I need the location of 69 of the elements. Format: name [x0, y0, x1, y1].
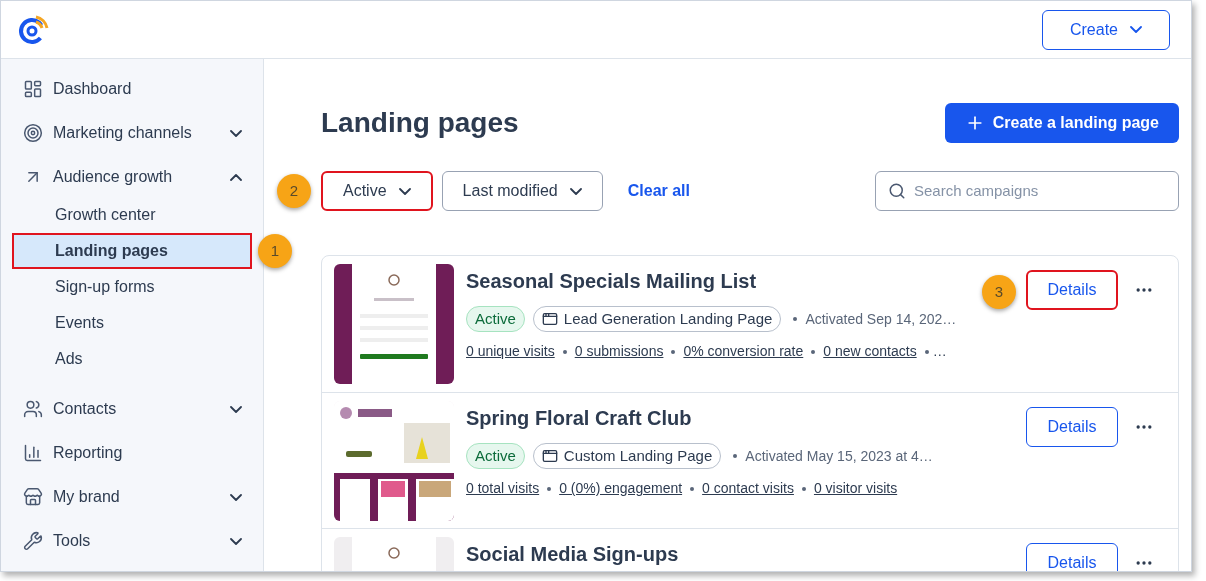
stat-link[interactable]: 0 contact visits — [702, 478, 794, 499]
sidebar-item[interactable]: Tools — [12, 521, 252, 561]
landing-page-title[interactable]: Social Media Sign-ups — [466, 539, 679, 569]
stat-link[interactable]: 0 unique visits — [466, 341, 555, 362]
stat-link[interactable]: 0 total visits — [466, 478, 540, 499]
callout-badge: 3 — [982, 275, 1016, 309]
page-icon — [541, 448, 558, 464]
sidebar-subitem[interactable]: Sign-up forms — [12, 269, 252, 305]
chevron-down-icon — [230, 493, 242, 501]
clear-all-link[interactable]: Clear all — [627, 179, 690, 203]
search-field[interactable]: Search campaigns — [875, 171, 1179, 211]
page-title: Landing pages — [321, 106, 519, 140]
separator-dot-icon — [547, 486, 552, 491]
chevron-up-icon — [230, 173, 242, 181]
stat-link[interactable]: 0 visitor visits — [813, 478, 898, 499]
status-badge: Active — [466, 443, 525, 469]
separator-dot-icon — [811, 349, 816, 354]
more-stats: … — [932, 342, 947, 361]
separator-dot-icon — [733, 454, 738, 458]
separator-dot-icon — [793, 317, 798, 321]
filter-dropdown[interactable]: Last modified — [441, 171, 603, 211]
people-icon — [23, 399, 43, 419]
sidebar-subitem[interactable]: Growth center — [12, 197, 252, 233]
chart-icon — [23, 443, 43, 463]
status-badge: Active — [466, 306, 525, 332]
details-button[interactable]: Details — [1026, 543, 1118, 571]
separator-dot-icon — [690, 486, 695, 491]
callout-badge: 2 — [277, 174, 311, 208]
activation-date: Activated May 15, 2023 at 4… — [745, 446, 933, 466]
separator-dot-icon — [924, 349, 929, 354]
sidebar-item[interactable]: Audience growth — [12, 157, 252, 197]
stat-link[interactable]: 0 submissions — [574, 341, 664, 362]
landing-page-title[interactable]: Spring Floral Craft Club — [466, 403, 692, 433]
caret-icon — [398, 187, 411, 195]
sidebar-item[interactable]: My brand — [12, 477, 252, 517]
search-icon — [888, 182, 906, 200]
filter-dropdown[interactable]: Active — [321, 171, 433, 211]
callout-badge: 1 — [258, 234, 292, 268]
details-button[interactable]: Details — [1026, 270, 1118, 310]
chevron-down-icon — [230, 537, 242, 545]
stat-link[interactable]: 0 (0%) engagement — [559, 478, 683, 499]
landing-page-title[interactable]: Seasonal Specials Mailing List — [466, 266, 757, 296]
sidebar-subitem[interactable]: Events — [12, 305, 252, 341]
create-landing-page-button[interactable]: Create a landing page — [944, 103, 1179, 143]
sidebar-item[interactable]: Reporting — [12, 433, 252, 473]
details-button[interactable]: Details — [1026, 407, 1118, 447]
search-input[interactable]: Search campaigns — [914, 179, 1166, 203]
separator-dot-icon — [562, 349, 567, 354]
sidebar-item[interactable]: Marketing channels — [12, 113, 252, 153]
create-button[interactable]: Create — [1042, 9, 1170, 50]
target-icon — [23, 123, 43, 143]
store-icon — [23, 487, 43, 507]
dashboard-icon — [23, 79, 43, 99]
chevron-down-icon — [230, 405, 242, 413]
caret-icon — [569, 187, 582, 195]
chevron-down-icon — [230, 129, 242, 137]
sidebar-item[interactable]: Dashboard — [12, 69, 252, 109]
stat-link[interactable]: 0 new contacts — [823, 341, 917, 362]
sidebar-subitem[interactable]: Ads — [12, 341, 252, 377]
caret-icon — [1130, 26, 1142, 33]
separator-dot-icon — [671, 349, 676, 354]
wrench-icon — [23, 531, 43, 551]
sidebar-subitem[interactable]: Landing pages — [12, 233, 252, 269]
separator-dot-icon — [801, 486, 806, 491]
stat-link[interactable]: 0% conversion rate — [683, 341, 804, 362]
page-icon — [541, 311, 558, 327]
activation-date: Activated Sep 14, 202… — [805, 309, 957, 329]
logo-icon — [17, 13, 49, 46]
sidebar-item[interactable]: Contacts — [12, 389, 252, 429]
